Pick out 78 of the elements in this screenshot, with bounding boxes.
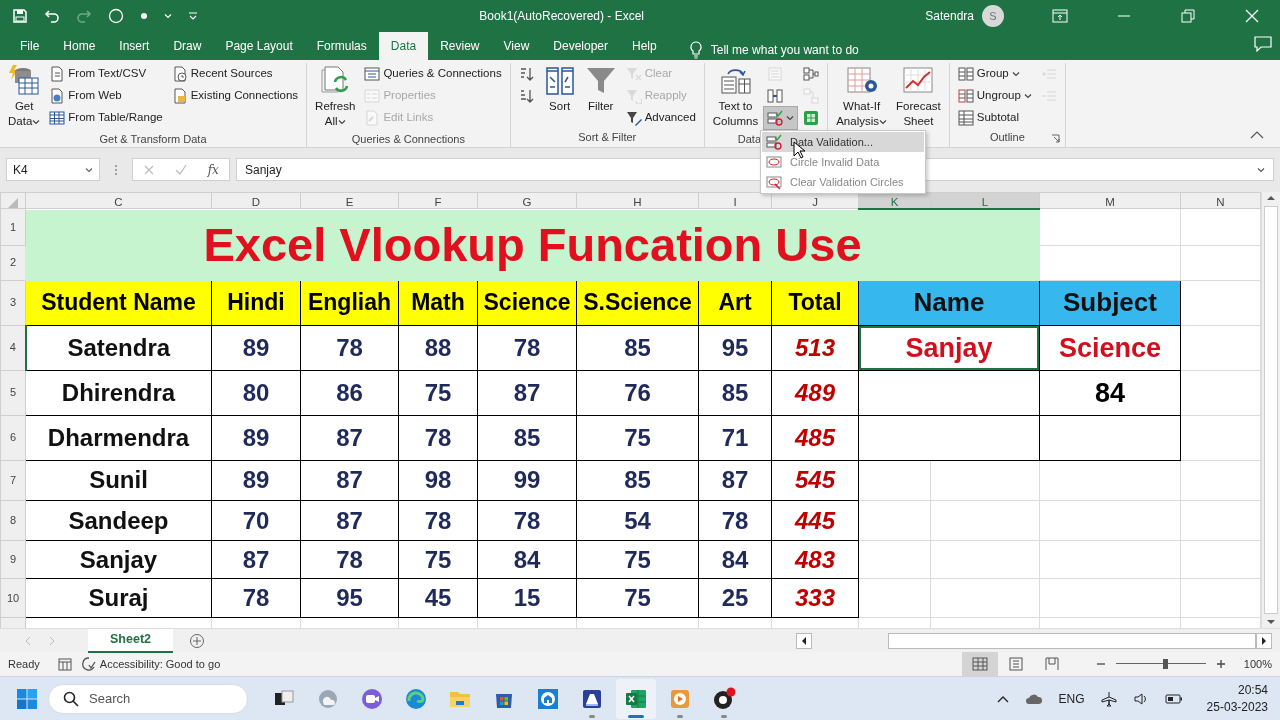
table-cell: 87 <box>477 370 577 416</box>
table-cell: 95 <box>698 325 772 371</box>
table-cell: 78 <box>300 540 399 579</box>
header-cell: Subject <box>1039 280 1181 326</box>
table-cell: Suraj <box>25 578 212 618</box>
header-cell: Engliah <box>300 280 399 326</box>
table-cell: 84 <box>477 540 577 579</box>
header-cell: Art <box>698 280 772 326</box>
table-cell: 489 <box>771 370 859 416</box>
header-cell: Name <box>858 280 1040 326</box>
header-cell: Science <box>477 280 577 326</box>
group-label: Outline <box>989 131 1025 143</box>
group-label: Queries & Connections <box>351 132 465 145</box>
table-cell: 89 <box>211 325 301 371</box>
table-cell: 85 <box>698 370 772 416</box>
table-cell: Sanjay <box>25 540 212 579</box>
table-cell: 88 <box>398 325 478 371</box>
table-cell: 485 <box>771 415 859 461</box>
table-cell: 84 <box>698 540 772 579</box>
table-cell: 75 <box>576 578 699 618</box>
table-cell: 71 <box>698 415 772 461</box>
table-cell: Satendra <box>25 325 212 371</box>
table-cell: 445 <box>771 500 859 541</box>
table-cell: 78 <box>477 500 577 541</box>
table-cell: 513 <box>771 325 859 371</box>
table-cell: 84 <box>1039 370 1181 416</box>
table-cell: 76 <box>576 370 699 416</box>
table-cell: 85 <box>477 415 577 461</box>
table-cell: 78 <box>698 500 772 541</box>
group-label: Data <box>737 132 762 145</box>
table-cell: 87 <box>211 540 301 579</box>
table-cell: 80 <box>211 370 301 416</box>
table-cell: 78 <box>398 500 478 541</box>
table-cell: 78 <box>398 415 478 461</box>
table-cell: 89 <box>211 415 301 461</box>
table-cell: 75 <box>398 370 478 416</box>
table-cell: 45 <box>398 578 478 618</box>
table-cell: 95 <box>300 578 399 618</box>
table-cell: Science <box>1039 325 1181 371</box>
table-cell: 54 <box>576 500 699 541</box>
header-cell: Total <box>771 280 859 326</box>
table-cell: 70 <box>211 500 301 541</box>
status-text: Ready <box>8 656 40 672</box>
table-cell: Dharmendra <box>25 415 212 461</box>
table-cell: Sunil <box>25 460 212 501</box>
table-cell: 89 <box>211 460 301 501</box>
table-cell: Sandeep <box>25 500 212 541</box>
table-cell: 78 <box>300 325 399 371</box>
table-cell: 87 <box>300 415 399 461</box>
table-cell: 85 <box>576 325 699 371</box>
table-cell: 87 <box>300 500 399 541</box>
sheet-title: Excel Vlookup Funcation Use <box>25 208 1040 281</box>
header-cell: S.Science <box>576 280 699 326</box>
table-cell: 78 <box>211 578 301 618</box>
table-cell: 483 <box>771 540 859 579</box>
table-cell: 15 <box>477 578 577 618</box>
table-cell: 75 <box>398 540 478 579</box>
table-cell: 99 <box>477 460 577 501</box>
table-cell: 87 <box>698 460 772 501</box>
group-label: Get & Transform Data <box>99 132 207 145</box>
table-cell: 78 <box>477 325 577 371</box>
user-name: Satendra <box>925 8 974 25</box>
table-cell: 98 <box>398 460 478 501</box>
table-cell: 75 <box>576 540 699 579</box>
header-cell: Hindi <box>211 280 301 326</box>
table-cell: 87 <box>300 460 399 501</box>
table-cell: 85 <box>576 460 699 501</box>
table-cell: 75 <box>576 415 699 461</box>
table-cell: 86 <box>300 370 399 416</box>
table-cell: 25 <box>698 578 772 618</box>
table-cell: Sanjay <box>858 325 1040 371</box>
window-title: Book1(AutoRecovered) - Excel <box>479 8 645 25</box>
header-cell: Math <box>398 280 478 326</box>
group-label: Sort & Filter <box>578 131 637 143</box>
header-cell: Student Name <box>25 280 212 326</box>
table-cell: 545 <box>771 460 859 501</box>
table-cell: 333 <box>771 578 859 618</box>
table-cell: Dhirendra <box>25 370 212 416</box>
